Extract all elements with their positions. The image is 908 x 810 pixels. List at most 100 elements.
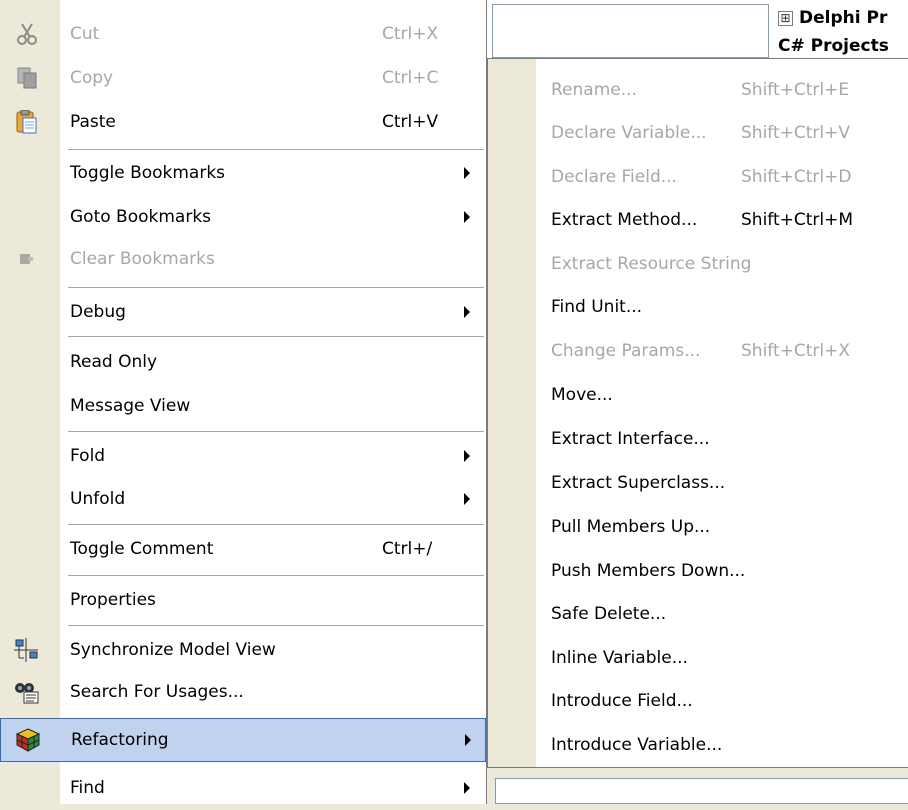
submenu-item-rename[interactable]: Rename... Shift+Ctrl+E [488, 68, 908, 112]
submenu-item-label: Declare Variable... [551, 123, 707, 143]
refactoring-submenu: Rename... Shift+Ctrl+E Declare Variable.… [487, 58, 908, 768]
menu-item-debug[interactable]: Debug [0, 290, 486, 334]
menu-separator [68, 625, 484, 626]
menu-item-cut[interactable]: Cut Ctrl+X [0, 12, 486, 56]
menu-item-shortcut: Ctrl+X [382, 24, 439, 44]
project-tree-label-2: C# Projects [778, 36, 889, 56]
project-tree-item-delphi[interactable]: ⊞ Delphi Pr [778, 8, 887, 28]
bookmark-clear-icon [14, 247, 40, 271]
submenu-item-label: Rename... [551, 80, 637, 100]
expand-plus-icon[interactable]: ⊞ [778, 10, 793, 26]
submenu-arrow-icon [464, 211, 470, 223]
submenu-arrow-icon [464, 493, 470, 505]
menu-item-refactoring[interactable]: Refactoring [0, 718, 486, 762]
submenu-item-shortcut: Shift+Ctrl+X [741, 341, 851, 361]
editor-input-box[interactable] [492, 4, 769, 58]
project-tree-item-csharp[interactable]: C# Projects [778, 36, 908, 56]
submenu-item-declare-field[interactable]: Declare Field... Shift+Ctrl+D [488, 155, 908, 199]
submenu-item-label: Find Unit... [551, 297, 643, 317]
submenu-item-extract-interface[interactable]: Extract Interface... [488, 417, 908, 461]
menu-item-label: Goto Bookmarks [70, 207, 212, 227]
submenu-arrow-icon [464, 306, 470, 318]
menu-item-label: Debug [70, 302, 126, 322]
menu-item-search-for-usages[interactable]: Search For Usages... [0, 670, 486, 714]
menu-separator [68, 524, 484, 525]
submenu-item-shortcut: Shift+Ctrl+E [741, 80, 850, 100]
submenu-item-extract-resource-string[interactable]: Extract Resource String [488, 242, 908, 286]
menu-item-synchronize-model-view[interactable]: Synchronize Model View [0, 628, 486, 672]
menu-item-toggle-bookmarks[interactable]: Toggle Bookmarks [0, 151, 486, 195]
menu-item-label: Clear Bookmarks [70, 249, 215, 269]
menu-separator [68, 336, 484, 337]
menu-separator [68, 575, 484, 576]
menu-item-label: Toggle Comment [70, 539, 214, 559]
submenu-item-inline-variable[interactable]: Inline Variable... [488, 636, 908, 680]
editor-context-menu: Cut Ctrl+X Copy Ctrl+C Paste Ctrl+V Togg… [0, 0, 487, 804]
copy-icon [14, 66, 40, 90]
menu-separator [68, 149, 484, 150]
binoculars-icon [14, 680, 40, 704]
submenu-item-change-params[interactable]: Change Params... Shift+Ctrl+X [488, 329, 908, 373]
menu-item-paste[interactable]: Paste Ctrl+V [0, 100, 486, 144]
submenu-item-label: Extract Method... [551, 210, 698, 230]
menu-item-read-only[interactable]: Read Only [0, 340, 486, 384]
sync-model-icon [14, 638, 40, 662]
menu-item-properties[interactable]: Properties [0, 578, 486, 622]
menu-item-label: Paste [70, 112, 116, 132]
menu-item-message-view[interactable]: Message View [0, 384, 486, 428]
submenu-item-label: Introduce Variable... [551, 735, 723, 755]
paste-icon [14, 109, 40, 134]
submenu-item-label: Change Params... [551, 341, 701, 361]
menu-item-label: Read Only [70, 352, 158, 372]
submenu-item-label: Safe Delete... [551, 604, 667, 624]
menu-item-label: Message View [70, 396, 191, 416]
menu-item-shortcut: Ctrl+C [382, 68, 439, 88]
submenu-arrow-icon [464, 450, 470, 462]
menu-item-clear-bookmarks[interactable]: Clear Bookmarks [0, 237, 486, 281]
submenu-item-label: Inline Variable... [551, 648, 688, 668]
menu-item-label: Properties [70, 590, 156, 610]
menu-item-find[interactable]: Find [0, 766, 486, 810]
menu-item-shortcut: Ctrl+/ [382, 539, 433, 559]
submenu-item-label: Extract Superclass... [551, 473, 726, 493]
submenu-item-label: Declare Field... [551, 167, 677, 187]
submenu-item-introduce-field[interactable]: Introduce Field... [488, 679, 908, 723]
submenu-item-label: Extract Resource String [551, 254, 752, 274]
menu-item-label: Cut [70, 24, 100, 44]
submenu-item-extract-superclass[interactable]: Extract Superclass... [488, 461, 908, 505]
submenu-item-pull-members-up[interactable]: Pull Members Up... [488, 505, 908, 549]
menu-separator [68, 287, 484, 288]
editor-bottom-field[interactable] [495, 778, 908, 804]
scissors-icon [14, 22, 40, 46]
submenu-item-extract-method[interactable]: Extract Method... Shift+Ctrl+M [488, 198, 908, 242]
menu-item-label: Toggle Bookmarks [70, 163, 226, 183]
menu-item-label: Unfold [70, 489, 126, 509]
menu-item-copy[interactable]: Copy Ctrl+C [0, 56, 486, 100]
menu-item-label: Refactoring [71, 730, 169, 750]
menu-item-goto-bookmarks[interactable]: Goto Bookmarks [0, 195, 486, 239]
submenu-item-label: Introduce Field... [551, 691, 693, 711]
menu-item-fold[interactable]: Fold [0, 434, 486, 478]
submenu-item-move[interactable]: Move... [488, 373, 908, 417]
menu-item-unfold[interactable]: Unfold [0, 477, 486, 521]
menu-item-toggle-comment[interactable]: Toggle Comment Ctrl+/ [0, 527, 486, 571]
submenu-arrow-icon [464, 782, 470, 794]
menu-separator [68, 431, 484, 432]
submenu-item-declare-variable[interactable]: Declare Variable... Shift+Ctrl+V [488, 111, 908, 155]
menu-item-label: Synchronize Model View [70, 640, 276, 660]
submenu-item-shortcut: Shift+Ctrl+D [741, 167, 852, 187]
submenu-item-find-unit[interactable]: Find Unit... [488, 285, 908, 329]
submenu-item-safe-delete[interactable]: Safe Delete... [488, 592, 908, 636]
submenu-arrow-icon [465, 734, 471, 746]
submenu-item-shortcut: Shift+Ctrl+V [741, 123, 851, 143]
menu-item-label: Fold [70, 446, 106, 466]
submenu-item-push-members-down[interactable]: Push Members Down... [488, 549, 908, 593]
submenu-item-label: Move... [551, 385, 613, 405]
submenu-item-shortcut: Shift+Ctrl+M [741, 210, 854, 230]
submenu-item-label: Push Members Down... [551, 561, 746, 581]
submenu-item-introduce-variable[interactable]: Introduce Variable... [488, 723, 908, 767]
submenu-arrow-icon [464, 167, 470, 179]
refactoring-cube-icon [15, 728, 41, 752]
project-tree-label: Delphi Pr [799, 8, 888, 28]
submenu-item-label: Pull Members Up... [551, 517, 711, 537]
